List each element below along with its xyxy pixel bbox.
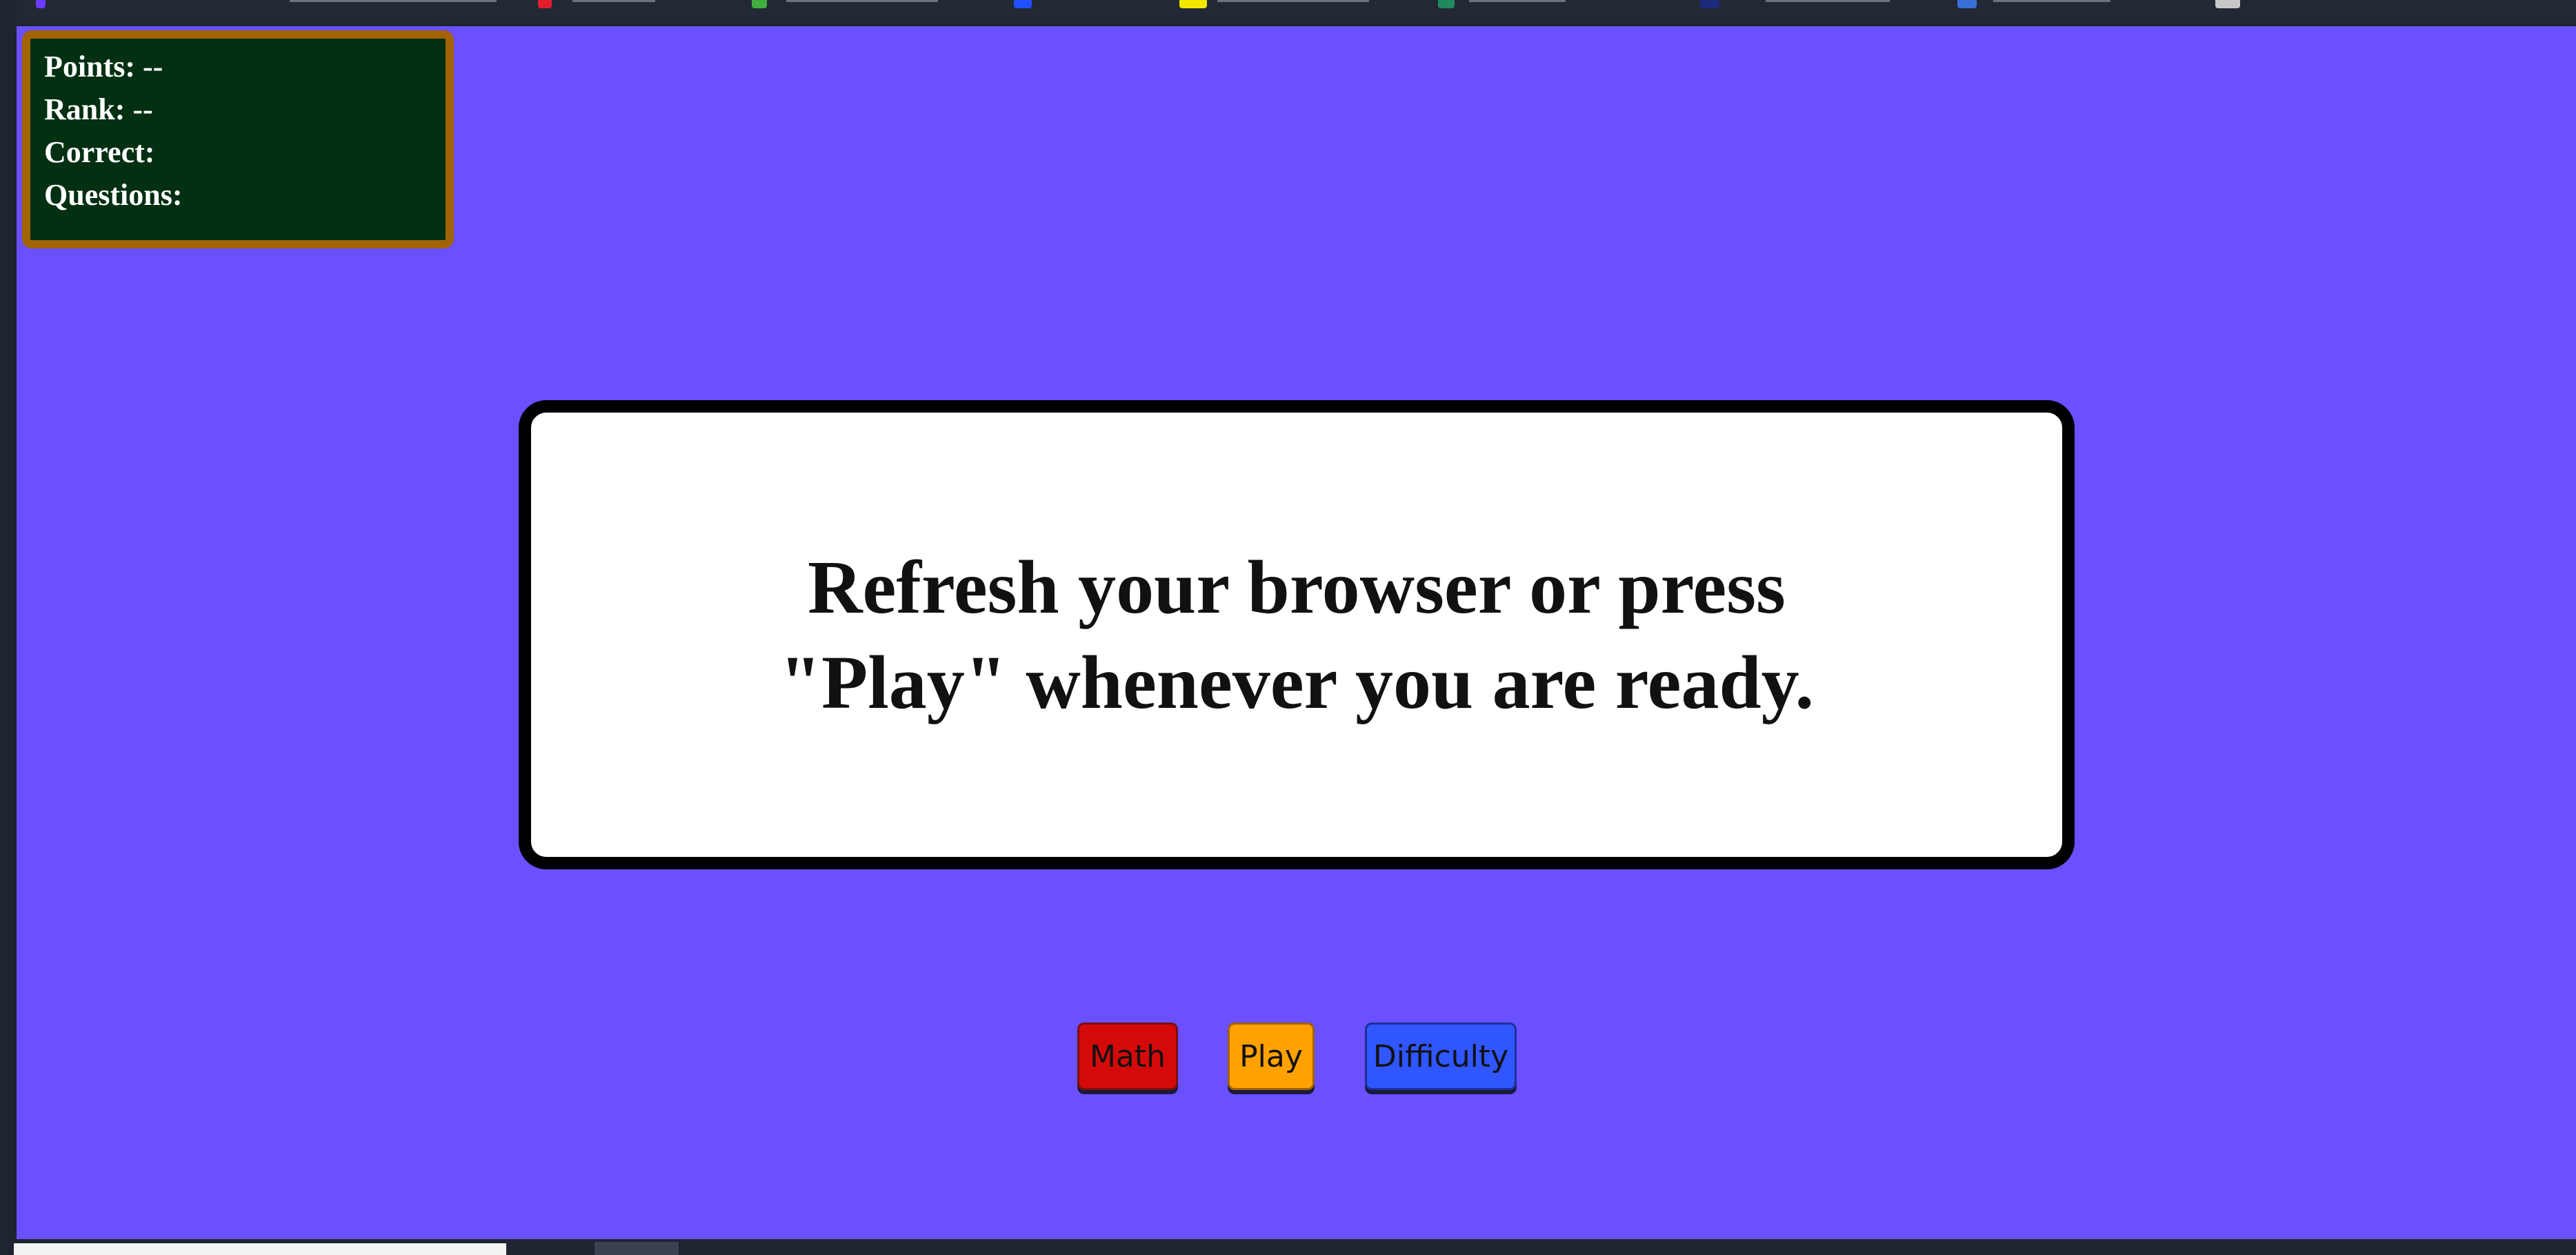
bookmark-favicon[interactable]: [1957, 0, 1977, 8]
bookmark-favicon[interactable]: [752, 0, 767, 8]
bookmark-label[interactable]: [1766, 0, 1890, 2]
bookmark-label[interactable]: [290, 0, 497, 2]
bookmark-label[interactable]: [1469, 0, 1566, 2]
bookmark-favicon[interactable]: [1438, 0, 1455, 8]
bookmark-favicon[interactable]: [2215, 0, 2240, 8]
game-stage: Points: -- Rank: -- Correct: Questions: …: [17, 26, 2576, 1239]
bookmark-label[interactable]: [1217, 0, 1369, 2]
browser-bookmarks-bar: [0, 0, 2576, 23]
bookmark-label[interactable]: [786, 0, 938, 2]
score-panel: Points: -- Rank: -- Correct: Questions:: [22, 30, 454, 248]
bookmark-favicon[interactable]: [1014, 0, 1032, 8]
bookmark-favicon[interactable]: [538, 0, 552, 8]
rank-label: Rank: --: [44, 92, 153, 126]
correct-label: Correct:: [44, 135, 155, 169]
points-label: Points: --: [44, 50, 163, 83]
bookmark-favicon[interactable]: [36, 0, 46, 8]
window-left-edge: [0, 0, 17, 1255]
message-card: Refresh your browser or press "Play" whe…: [519, 400, 2075, 869]
bookmark-favicon[interactable]: [1179, 0, 1207, 8]
difficulty-button[interactable]: Difficulty: [1365, 1022, 1517, 1090]
bookmark-favicon[interactable]: [1700, 0, 1719, 8]
play-button[interactable]: Play: [1228, 1022, 1315, 1090]
math-button[interactable]: Math: [1077, 1022, 1178, 1090]
taskbar-search-box[interactable]: [14, 1243, 506, 1255]
questions-label: Questions:: [44, 178, 183, 212]
bookmark-label[interactable]: [1993, 0, 2110, 2]
bookmark-label[interactable]: [572, 0, 655, 2]
taskbar-app-button[interactable]: [595, 1242, 679, 1255]
ready-message: Refresh your browser or press "Play" whe…: [779, 545, 1815, 724]
